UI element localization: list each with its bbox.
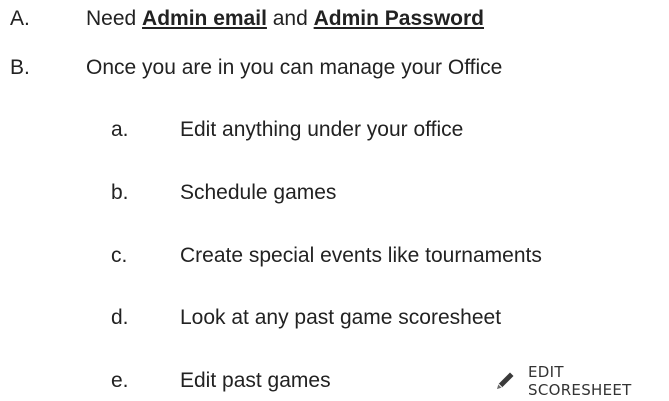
sub-list-item-e-text: Edit past games: [180, 369, 331, 392]
sub-list-item-b-text: Schedule games: [180, 181, 337, 204]
sub-list-marker-c: c.: [111, 244, 128, 267]
sub-list-marker-a: a.: [111, 118, 129, 141]
edit-scoresheet-button[interactable]: EDIT SCORESHEET: [494, 363, 669, 399]
sub-list-item-a-text: Edit anything under your office: [180, 118, 464, 141]
list-item-a-text: Need Admin email and Admin Password: [86, 6, 484, 32]
list-marker-b: B.: [10, 56, 30, 79]
list-marker-a: A.: [10, 7, 30, 30]
admin-password-text: Admin Password: [313, 7, 485, 30]
edit-scoresheet-label: EDIT SCORESHEET: [528, 363, 632, 399]
need-text: Need: [86, 7, 143, 30]
sub-list-marker-b: b.: [111, 181, 129, 204]
pencil-icon: [494, 370, 516, 392]
sub-list-item-d-text: Look at any past game scoresheet: [180, 306, 502, 329]
sub-list-marker-d: d.: [111, 306, 129, 329]
admin-email-text: Admin email: [142, 7, 267, 30]
and-text: and: [266, 7, 314, 30]
list-item-b-text: Once you are in you can manage your Offi…: [86, 56, 503, 79]
sub-list-marker-e: e.: [111, 369, 129, 392]
sub-list-item-c-text: Create special events like tournaments: [180, 244, 542, 267]
